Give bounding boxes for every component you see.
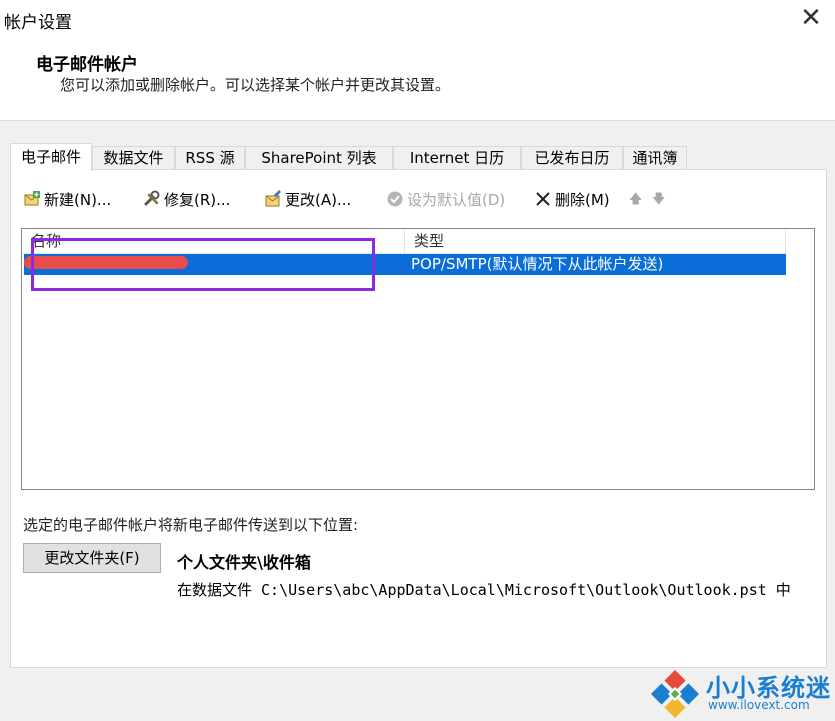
tab-sharepoint-lists[interactable]: SharePoint 列表 bbox=[245, 146, 393, 169]
watermark-url: www.ilovext.com bbox=[708, 698, 810, 712]
watermark-logo-icon bbox=[650, 669, 700, 719]
delete-label: 删除(M) bbox=[555, 191, 610, 209]
tab-published-calendars[interactable]: 已发布日历 bbox=[521, 146, 623, 169]
new-account-button[interactable]: 新建(N)... bbox=[23, 188, 111, 212]
new-account-icon bbox=[23, 190, 41, 208]
tab-rss-feeds[interactable]: RSS 源 bbox=[175, 146, 245, 169]
section-description: 您可以添加或删除帐户。可以选择某个帐户并更改其设置。 bbox=[60, 76, 451, 94]
title-bar: 帐户设置 ✕ bbox=[0, 0, 835, 40]
window-title: 帐户设置 bbox=[4, 13, 72, 33]
dialog-header: 电子邮件帐户 您可以添加或删除帐户。可以选择某个帐户并更改其设置。 bbox=[0, 40, 835, 121]
check-circle-icon bbox=[386, 190, 404, 208]
new-account-label: 新建(N)... bbox=[44, 191, 112, 209]
tab-email[interactable]: 电子邮件 bbox=[10, 143, 92, 171]
column-header-name[interactable]: 名称 bbox=[22, 229, 405, 253]
section-title: 电子邮件帐户 bbox=[36, 55, 138, 75]
change-label: 更改(A)... bbox=[285, 191, 352, 209]
delete-button[interactable]: 删除(M) bbox=[534, 188, 610, 212]
site-watermark: 小小系统迷 www.ilovext.com bbox=[646, 666, 835, 721]
x-icon bbox=[534, 190, 552, 208]
tab-address-books[interactable]: 通讯簿 bbox=[623, 146, 687, 169]
redaction-mark bbox=[24, 256, 188, 269]
accounts-list[interactable]: 名称 类型 POP/SMTP(默认情况下从此帐户发送) bbox=[21, 228, 815, 490]
repair-label: 修复(R)... bbox=[164, 191, 231, 209]
delivery-folder-name: 个人文件夹\收件箱 bbox=[177, 553, 311, 572]
wrench-icon bbox=[143, 190, 161, 208]
tab-data-files[interactable]: 数据文件 bbox=[92, 146, 175, 169]
move-down-button[interactable]: 🡇 bbox=[652, 188, 665, 212]
list-header: 名称 类型 bbox=[22, 229, 786, 254]
account-name-cell bbox=[24, 254, 404, 275]
close-button[interactable]: ✕ bbox=[797, 4, 825, 32]
delivery-folder-path: 在数据文件 C:\Users\abc\AppData\Local\Microso… bbox=[177, 581, 791, 599]
account-row[interactable]: POP/SMTP(默认情况下从此帐户发送) bbox=[24, 254, 786, 275]
set-default-button[interactable]: 设为默认值(D) bbox=[386, 188, 505, 212]
tab-internet-calendars[interactable]: Internet 日历 bbox=[393, 146, 521, 169]
email-tab-panel: 新建(N)... 修复(R)... 更改(A)... 设为默认值(D) 删除(M… bbox=[10, 169, 827, 668]
column-header-type[interactable]: 类型 bbox=[405, 229, 786, 253]
repair-button[interactable]: 修复(R)... bbox=[143, 188, 230, 212]
move-up-button[interactable]: 🡅 bbox=[629, 188, 642, 212]
change-button[interactable]: 更改(A)... bbox=[264, 188, 351, 212]
set-default-label: 设为默认值(D) bbox=[407, 191, 506, 209]
change-icon bbox=[264, 189, 282, 208]
delivery-label: 选定的电子邮件帐户将新电子邮件传送到以下位置: bbox=[23, 516, 359, 534]
change-folder-button[interactable]: 更改文件夹(F) bbox=[23, 543, 161, 573]
account-type-cell: POP/SMTP(默认情况下从此帐户发送) bbox=[411, 255, 664, 273]
